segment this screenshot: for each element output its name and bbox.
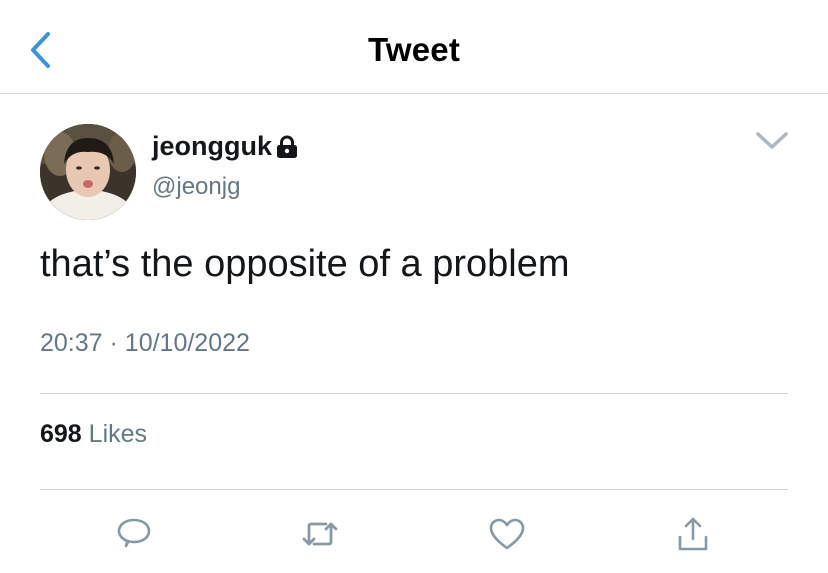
likes-label: Likes [88,420,148,448]
divider [40,489,788,490]
likes-count: 698 [40,420,82,448]
heart-icon [489,518,525,550]
user-name-row[interactable]: jeongguk [152,130,298,162]
chevron-down-icon [756,132,788,149]
lock-icon [277,135,297,158]
reply-button[interactable] [112,512,156,556]
navigation-bar: Tweet [0,0,828,94]
avatar[interactable] [40,124,136,220]
tweet-date: 10/10/2022 [124,329,250,357]
like-button[interactable] [485,512,529,556]
comment-icon [117,518,151,548]
avatar-photo [40,124,136,220]
tweet-text: that’s the opposite of a problem [40,243,570,285]
page-title: Tweet [367,31,461,68]
tweet-time: 20:37 [40,329,103,357]
user-handle[interactable]: @jeonjg [152,172,240,202]
likes-stat[interactable]: 698 Likes [40,418,147,450]
retweet-icon [302,522,338,546]
more-options-button[interactable] [752,128,792,154]
retweet-button[interactable] [298,512,342,556]
tweet-timestamp: 20:37 · 10/10/2022 [40,327,250,359]
display-name[interactable]: jeongguk [152,130,272,162]
divider [40,393,788,394]
share-button[interactable] [671,512,715,556]
share-icon [678,517,708,551]
meta-separator: · [109,329,118,357]
